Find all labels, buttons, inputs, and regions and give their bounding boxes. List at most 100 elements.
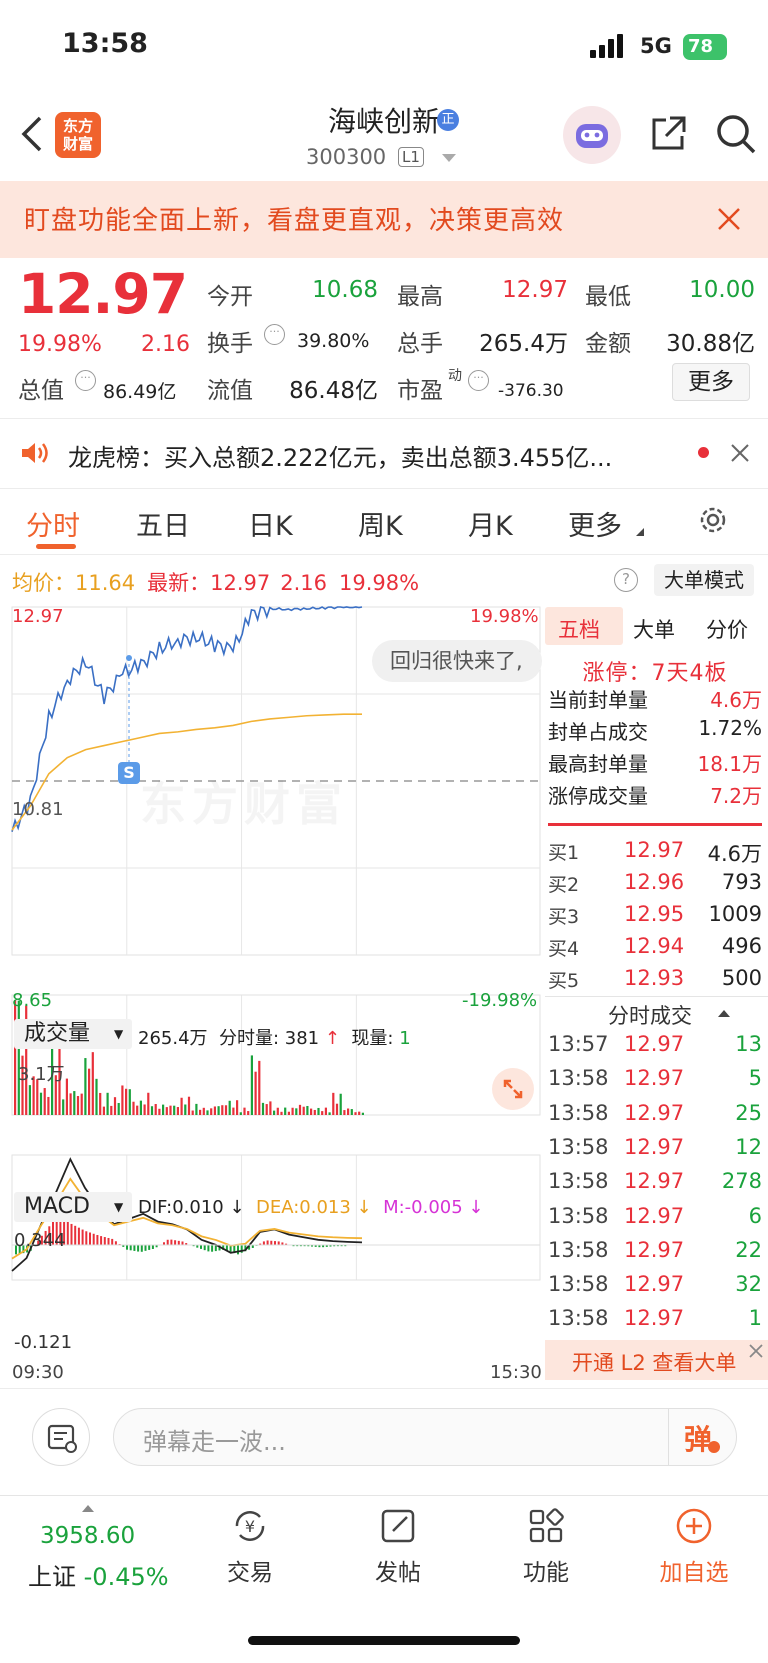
volume-bar — [254, 1071, 257, 1115]
volume-bar — [224, 1105, 228, 1115]
cellular-signal-icon — [590, 34, 626, 58]
macd-bar — [85, 1231, 88, 1245]
volume-bar — [102, 1106, 105, 1115]
tab-weekly-k[interactable]: 周K — [358, 504, 403, 543]
promo-banner-text: 盯盘功能全面上新，看盘更直观，决策更高效 — [24, 206, 565, 236]
trade-time: 13:58 — [548, 1272, 609, 1297]
chevron-down-icon[interactable] — [442, 154, 456, 162]
volume-now-label: 现量: — [351, 1028, 394, 1049]
expand-icon[interactable] — [492, 1068, 534, 1110]
volume-bar — [169, 1105, 172, 1115]
stock-name-text: 海峡创新 — [327, 105, 440, 138]
tab-monthly-k[interactable]: 月K — [468, 504, 513, 543]
change-percent: 19.98% — [18, 332, 102, 357]
bid-row[interactable]: 买3 12.95 1009 — [548, 902, 762, 932]
share-icon[interactable] — [648, 114, 688, 154]
volume-bar — [239, 1112, 242, 1115]
macd-bar — [274, 1241, 276, 1245]
dragon-tiger-notice[interactable]: 龙虎榜：买入总额2.222亿元，卖出总额3.455亿... — [68, 438, 612, 473]
info-icon[interactable]: ··· — [75, 370, 96, 391]
volume-bar — [317, 1107, 320, 1115]
time-axis-start: 09:30 — [12, 1362, 64, 1383]
macd-bar — [100, 1236, 103, 1245]
bid-row[interactable]: 买2 12.96 793 — [548, 870, 762, 900]
tab-daily-k[interactable]: 日K — [248, 504, 293, 543]
volume-indicator-select[interactable]: 成交量 ▼ — [14, 1019, 132, 1049]
macd-indicator-label: MACD — [24, 1194, 90, 1219]
trade-button[interactable]: ¥ 交易 — [190, 1505, 310, 1587]
danmu-send-button[interactable]: 弹 — [684, 1418, 712, 1458]
tab-more[interactable]: 更多 — [568, 504, 622, 543]
divider — [0, 488, 768, 489]
post-button[interactable]: 发帖 — [338, 1505, 458, 1587]
add-watchlist-button[interactable]: 加自选 — [634, 1505, 754, 1587]
volume-panel-frame — [11, 994, 541, 1116]
bid-volume: 500 — [721, 966, 762, 990]
trade-row: 13:58 12.97 1 — [548, 1306, 762, 1336]
big-order-mode-button[interactable]: 大单模式 — [654, 564, 754, 596]
signal-marker-icon[interactable]: S — [118, 762, 140, 784]
functions-button[interactable]: 功能 — [486, 1505, 606, 1587]
speaker-icon — [20, 440, 50, 466]
volume-bar — [113, 1097, 117, 1115]
search-icon[interactable] — [714, 112, 758, 156]
financing-badge-icon: 正 — [437, 109, 459, 131]
collapse-arrow-icon[interactable] — [718, 1010, 730, 1017]
index-ticker[interactable]: 上证 -0.45% — [28, 1557, 169, 1592]
volume-bar — [213, 1106, 216, 1115]
volume-bar — [65, 1078, 68, 1115]
trade-row: 13:57 12.97 13 — [548, 1032, 762, 1062]
index-value[interactable]: 3958.60 — [40, 1523, 135, 1549]
macd-bar — [77, 1227, 80, 1245]
tab-intraday[interactable]: 分时 — [26, 504, 80, 543]
info-icon[interactable]: ··· — [264, 324, 285, 345]
tab-five-day[interactable]: 五日 — [136, 504, 190, 543]
volume-bar — [221, 1105, 224, 1115]
unread-dot — [698, 447, 709, 458]
volume-indicator-label: 成交量 — [24, 1021, 91, 1046]
volume-bar — [147, 1092, 150, 1115]
trade-row: 13:58 12.97 5 — [548, 1066, 762, 1096]
bid-price: 12.93 — [624, 966, 685, 990]
trade-price: 12.97 — [624, 1237, 685, 1262]
close-icon[interactable] — [748, 1343, 764, 1359]
trade-volume: 5 — [748, 1066, 762, 1091]
seal-stat-value: 1.72% — [698, 716, 762, 740]
divider — [668, 1409, 669, 1465]
volume-bar — [73, 1091, 76, 1115]
macd-bar — [92, 1233, 95, 1245]
volume-bar — [191, 1110, 194, 1115]
close-icon[interactable] — [730, 443, 750, 463]
bid-row[interactable]: 买4 12.94 496 — [548, 934, 762, 964]
tab-price-distribution[interactable]: 分价 — [706, 614, 748, 644]
bid-volume: 1009 — [708, 902, 762, 926]
danmu-settings-icon[interactable] — [32, 1408, 90, 1466]
robot-avatar-icon[interactable] — [563, 106, 621, 164]
more-button[interactable]: 更多 — [672, 363, 750, 401]
help-icon[interactable]: ? — [614, 568, 638, 592]
trade-time: 13:58 — [548, 1100, 609, 1125]
tab-big-orders[interactable]: 大单 — [633, 614, 675, 644]
volume-bar — [276, 1107, 279, 1115]
macd-bar — [133, 1245, 136, 1251]
divider — [0, 554, 768, 555]
bid-row[interactable]: 买5 12.93 500 — [548, 966, 762, 996]
trade-price: 12.97 — [624, 1306, 685, 1331]
bid-row[interactable]: 买1 12.97 4.6万 — [548, 838, 762, 868]
trade-volume: 278 — [721, 1169, 762, 1194]
volume-bar — [202, 1107, 205, 1115]
macd-indicator-select[interactable]: MACD ▼ — [14, 1192, 132, 1222]
settings-gear-icon[interactable] — [696, 503, 730, 537]
seal-stat-label: 最高封单量 — [548, 752, 648, 776]
volume-bar — [139, 1100, 142, 1115]
macd-bar — [200, 1245, 202, 1249]
turnover-value: 39.80% — [297, 330, 370, 352]
macd-bar — [126, 1245, 128, 1250]
close-icon[interactable] — [716, 206, 742, 232]
trade-volume: 22 — [735, 1237, 762, 1262]
battery-level: 78 — [688, 36, 714, 57]
volume-bar — [287, 1111, 290, 1115]
info-icon[interactable]: ··· — [468, 370, 489, 391]
post-label: 发帖 — [375, 1560, 421, 1586]
stock-code: 300300 — [306, 145, 387, 169]
